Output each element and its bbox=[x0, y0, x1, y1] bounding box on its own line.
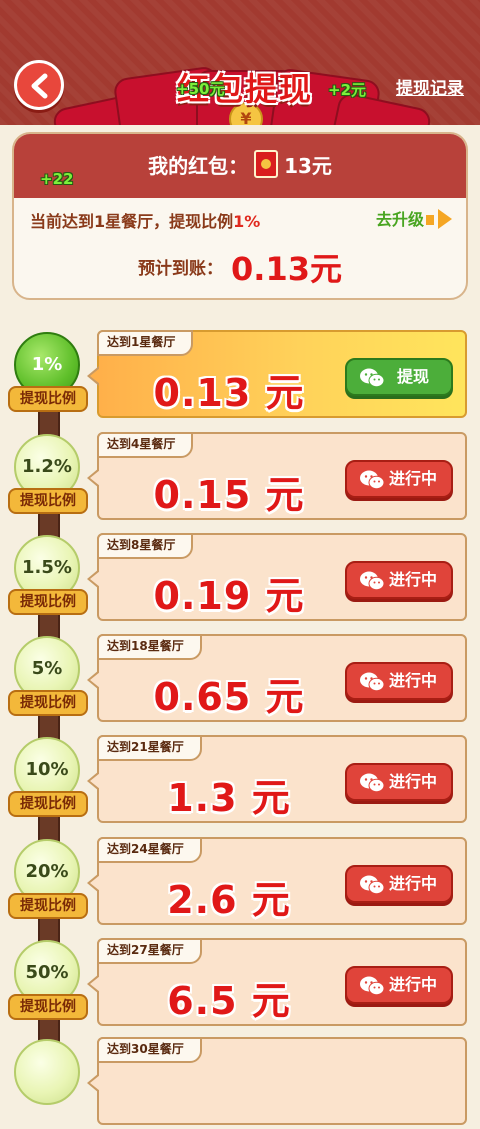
wechat-icon bbox=[360, 470, 385, 490]
upgrade-button[interactable]: 去升级 bbox=[376, 206, 452, 230]
ratio-tag: 提现比例 bbox=[8, 589, 88, 615]
tier-row: 达到30星餐厅 bbox=[0, 1037, 480, 1129]
in-progress-button[interactable]: 进行中 bbox=[345, 966, 453, 1004]
tier-label: 达到21星餐厅 bbox=[97, 735, 202, 761]
ratio-bubble bbox=[14, 1039, 80, 1105]
tier-row: 50% 提现比例 达到27星餐厅 6.5 元进行中 bbox=[0, 938, 480, 1030]
wechat-icon bbox=[360, 571, 385, 591]
tier-row: 5% 提现比例 达到18星餐厅 0.65 元进行中 bbox=[0, 634, 480, 726]
reward-float-text: +50元 bbox=[176, 80, 225, 98]
button-label[interactable]: 进行中 bbox=[389, 772, 437, 791]
ratio-tag: 提现比例 bbox=[8, 488, 88, 514]
card-pointer bbox=[87, 1073, 100, 1093]
ratio-tag: 提现比例 bbox=[8, 893, 88, 919]
in-progress-button[interactable]: 进行中 bbox=[345, 662, 453, 700]
wechat-icon bbox=[360, 875, 385, 895]
chevron-left-icon bbox=[31, 73, 48, 99]
tier-amount: 0.65 元 bbox=[153, 675, 305, 719]
button-label[interactable]: 进行中 bbox=[389, 874, 437, 893]
card-pointer bbox=[87, 974, 100, 994]
expected-label: 预计到账： bbox=[138, 259, 224, 279]
in-progress-button[interactable]: 进行中 bbox=[345, 561, 453, 599]
ratio-tag: 提现比例 bbox=[8, 386, 88, 412]
expected-amount: 0.13元 bbox=[231, 250, 342, 288]
button-label[interactable]: 进行中 bbox=[389, 671, 437, 690]
tier-amount: 2.6 元 bbox=[167, 878, 291, 922]
withdraw-button[interactable]: 提现 bbox=[345, 358, 453, 396]
tier-card: 达到4星餐厅 0.15 元 进行中 bbox=[87, 432, 467, 520]
card-pointer bbox=[87, 366, 100, 386]
wallet-summary-header: 我的红包： 13元 bbox=[14, 134, 466, 198]
tier-amount: 6.5 元 bbox=[167, 979, 291, 1023]
wechat-icon bbox=[360, 773, 385, 793]
reward-float-text: +22 bbox=[40, 170, 74, 188]
tier-card: 达到27星餐厅 6.5 元 进行中 bbox=[87, 938, 467, 1026]
tier-label: 达到8星餐厅 bbox=[97, 533, 194, 559]
wallet-label: 我的红包： bbox=[148, 154, 249, 178]
upgrade-label[interactable]: 去升级 bbox=[376, 210, 424, 229]
tier-card: 达到1星餐厅 0.13 元 提现 bbox=[87, 330, 467, 418]
tier-card: 达到24星餐厅 2.6 元 进行中 bbox=[87, 837, 467, 925]
arrow-right-icon-head bbox=[438, 209, 452, 229]
button-label[interactable]: 提现 bbox=[397, 367, 429, 386]
reward-float-text: +2元 bbox=[328, 81, 367, 99]
wechat-icon bbox=[360, 672, 385, 692]
in-progress-button[interactable]: 进行中 bbox=[345, 763, 453, 801]
ratio-tag: 提现比例 bbox=[8, 791, 88, 817]
current-level-text: 当前达到1星餐厅，提现比例1% bbox=[30, 208, 260, 232]
tier-amount: 0.13 元 bbox=[153, 371, 305, 415]
tier-row: 1.2% 提现比例 达到4星餐厅 0.15 元进行中 bbox=[0, 432, 480, 524]
in-progress-button[interactable]: 进行中 bbox=[345, 460, 453, 498]
wechat-icon bbox=[360, 976, 385, 996]
tier-amount: 0.15 元 bbox=[153, 473, 305, 517]
tier-label: 达到1星餐厅 bbox=[97, 330, 194, 356]
tier-row: 1% 提现比例 达到1星餐厅 0.13 元提现 bbox=[0, 330, 480, 422]
card-pointer bbox=[87, 569, 100, 589]
tier-amount: 0.19 元 bbox=[153, 574, 305, 618]
button-label[interactable]: 进行中 bbox=[389, 975, 437, 994]
tier-amount: 1.3 元 bbox=[167, 776, 291, 820]
tier-label: 达到18星餐厅 bbox=[97, 634, 202, 660]
tier-card: 达到18星餐厅 0.65 元 进行中 bbox=[87, 634, 467, 722]
tier-card: 达到8星餐厅 0.19 元 进行中 bbox=[87, 533, 467, 621]
expected-amount-row: 预计到账： 0.13元 bbox=[14, 244, 466, 290]
red-envelope-icon bbox=[254, 150, 279, 178]
tier-card: 达到21星餐厅 1.3 元 进行中 bbox=[87, 735, 467, 823]
wallet-balance-row: 我的红包： 13元 bbox=[14, 150, 466, 179]
card-pointer bbox=[87, 670, 100, 690]
tier-label: 达到27星餐厅 bbox=[97, 938, 202, 964]
wallet-amount: 13元 bbox=[284, 154, 332, 178]
tier-label: 达到4星餐厅 bbox=[97, 432, 194, 458]
tier-row: 10% 提现比例 达到21星餐厅 1.3 元进行中 bbox=[0, 735, 480, 827]
tier-label: 达到24星餐厅 bbox=[97, 837, 202, 863]
button-label[interactable]: 进行中 bbox=[389, 570, 437, 589]
button-label[interactable]: 进行中 bbox=[389, 469, 437, 488]
arrow-right-icon bbox=[426, 215, 434, 225]
wallet-summary-card: 我的红包： 13元 当前达到1星餐厅，提现比例1% 去升级 预计到账： 0.13元 bbox=[12, 132, 468, 300]
tier-label: 达到30星餐厅 bbox=[97, 1037, 202, 1063]
ratio-tag: 提现比例 bbox=[8, 994, 88, 1020]
tier-card: 达到30星餐厅 bbox=[87, 1037, 467, 1125]
in-progress-button[interactable]: 进行中 bbox=[345, 865, 453, 903]
back-button[interactable] bbox=[14, 60, 64, 110]
level-percent: 1% bbox=[233, 212, 261, 231]
tier-row: 20% 提现比例 达到24星餐厅 2.6 元进行中 bbox=[0, 837, 480, 929]
card-pointer bbox=[87, 873, 100, 893]
level-prefix: 当前达到1星餐厅，提现比例 bbox=[30, 212, 234, 231]
withdraw-record-link[interactable]: 提现记录 bbox=[396, 74, 464, 99]
ratio-tag: 提现比例 bbox=[8, 690, 88, 716]
header-banner: ¥ ¥ ¥ 红包提现 +50元 +2元 提现记录 bbox=[0, 0, 480, 125]
tier-row: 1.5% 提现比例 达到8星餐厅 0.19 元进行中 bbox=[0, 533, 480, 625]
card-pointer bbox=[87, 468, 100, 488]
wechat-icon bbox=[360, 368, 385, 388]
card-pointer bbox=[87, 771, 100, 791]
